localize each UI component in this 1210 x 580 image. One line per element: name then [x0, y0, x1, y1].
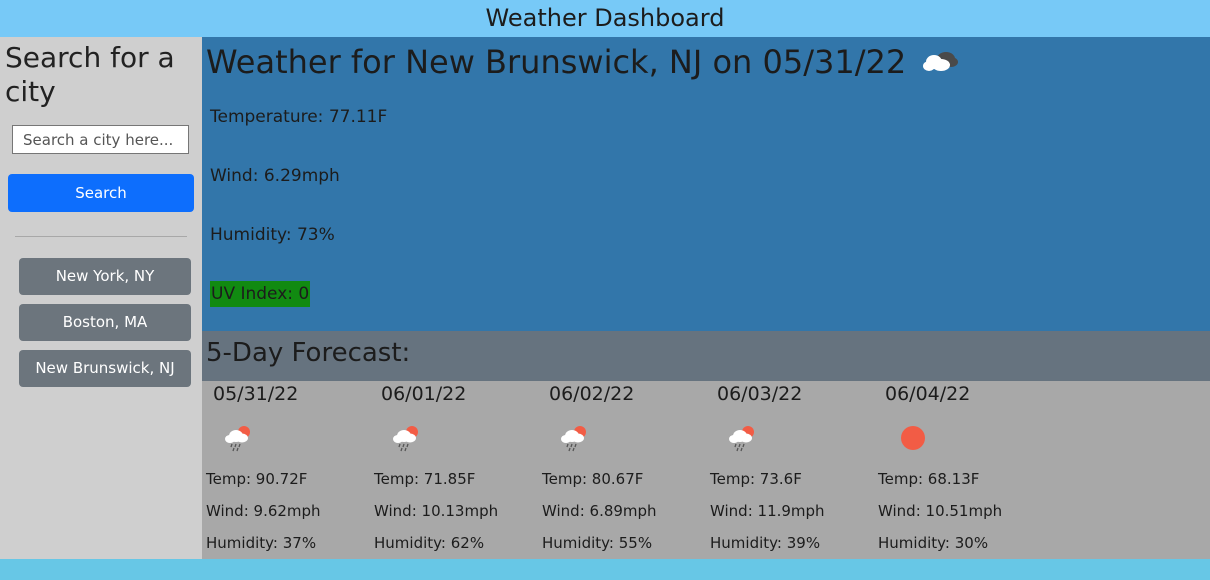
- forecast-temp: Temp: 73.6F: [710, 470, 802, 488]
- app-header: Weather Dashboard: [0, 0, 1210, 37]
- sidebar-divider: [15, 236, 187, 237]
- search-input[interactable]: [12, 125, 189, 154]
- forecast-date: 06/01/22: [381, 383, 467, 405]
- rain-sun-icon: [222, 423, 256, 457]
- forecast-wind: Wind: 11.9mph: [710, 502, 825, 520]
- forecast-date: 06/04/22: [885, 383, 971, 405]
- rain-sun-icon: [558, 423, 592, 457]
- sidebar: Search for a city Search New York, NY Bo…: [0, 37, 202, 559]
- forecast-temp: Temp: 68.13F: [878, 470, 980, 488]
- sidebar-heading: Search for a city: [5, 41, 175, 108]
- forecast-temp: Temp: 90.72F: [206, 470, 308, 488]
- history-button-new-brunswick[interactable]: New Brunswick, NJ: [19, 350, 191, 387]
- history-button-boston[interactable]: Boston, MA: [19, 304, 191, 341]
- forecast-wind: Wind: 10.13mph: [374, 502, 499, 520]
- current-humidity: Humidity: 73%: [210, 225, 335, 245]
- current-temperature: Temperature: 77.11F: [210, 107, 388, 127]
- cloudy-icon: [920, 41, 960, 87]
- uv-index-badge: UV Index: 0: [210, 281, 311, 307]
- forecast-heading: 5-Day Forecast:: [206, 338, 411, 368]
- forecast-date: 06/03/22: [717, 383, 803, 405]
- forecast-card: 06/03/22 Temp: 73.6F Wind: 11.9mph Humid…: [706, 381, 874, 559]
- forecast-card: 06/04/22 Temp: 68.13F Wind: 10.51mph Hum…: [874, 381, 1042, 559]
- forecast-card: 06/02/22 Temp: 80.67F Wind: 6.89mph Humi…: [538, 381, 706, 559]
- sun-icon: [894, 423, 928, 457]
- page: Weather Dashboard Search for a city Sear…: [0, 0, 1210, 580]
- forecast-temp: Temp: 80.67F: [542, 470, 644, 488]
- current-wind: Wind: 6.29mph: [210, 166, 340, 186]
- forecast-header: 5-Day Forecast:: [202, 331, 1210, 381]
- forecast-humidity: Humidity: 39%: [710, 534, 821, 552]
- forecast-card: 06/01/22 Temp: 71.85F Wind: 10.13mph Hum…: [370, 381, 538, 559]
- forecast-wind: Wind: 9.62mph: [206, 502, 321, 520]
- app-title: Weather Dashboard: [485, 4, 725, 32]
- current-weather-panel: Weather for New Brunswick, NJ on 05/31/2…: [202, 37, 1210, 331]
- current-weather-title: Weather for New Brunswick, NJ on 05/31/2…: [206, 39, 960, 87]
- forecast-wind: Wind: 6.89mph: [542, 502, 657, 520]
- forecast-humidity: Humidity: 37%: [206, 534, 317, 552]
- forecast-temp: Temp: 71.85F: [374, 470, 476, 488]
- forecast-humidity: Humidity: 30%: [878, 534, 989, 552]
- forecast-humidity: Humidity: 55%: [542, 534, 653, 552]
- footer-bar: [0, 559, 1210, 580]
- search-button[interactable]: Search: [8, 174, 194, 212]
- forecast-cards: 05/31/22 Temp: 90.72F Wind: 9.62mph Humi…: [202, 381, 1210, 559]
- forecast-card: 05/31/22 Temp: 90.72F Wind: 9.62mph Humi…: [202, 381, 370, 559]
- forecast-wind: Wind: 10.51mph: [878, 502, 1003, 520]
- rain-sun-icon: [390, 423, 424, 457]
- forecast-date: 05/31/22: [213, 383, 299, 405]
- current-weather-title-text: Weather for New Brunswick, NJ on 05/31/2…: [206, 43, 907, 81]
- forecast-date: 06/02/22: [549, 383, 635, 405]
- history-button-new-york[interactable]: New York, NY: [19, 258, 191, 295]
- rain-sun-icon: [726, 423, 760, 457]
- forecast-humidity: Humidity: 62%: [374, 534, 485, 552]
